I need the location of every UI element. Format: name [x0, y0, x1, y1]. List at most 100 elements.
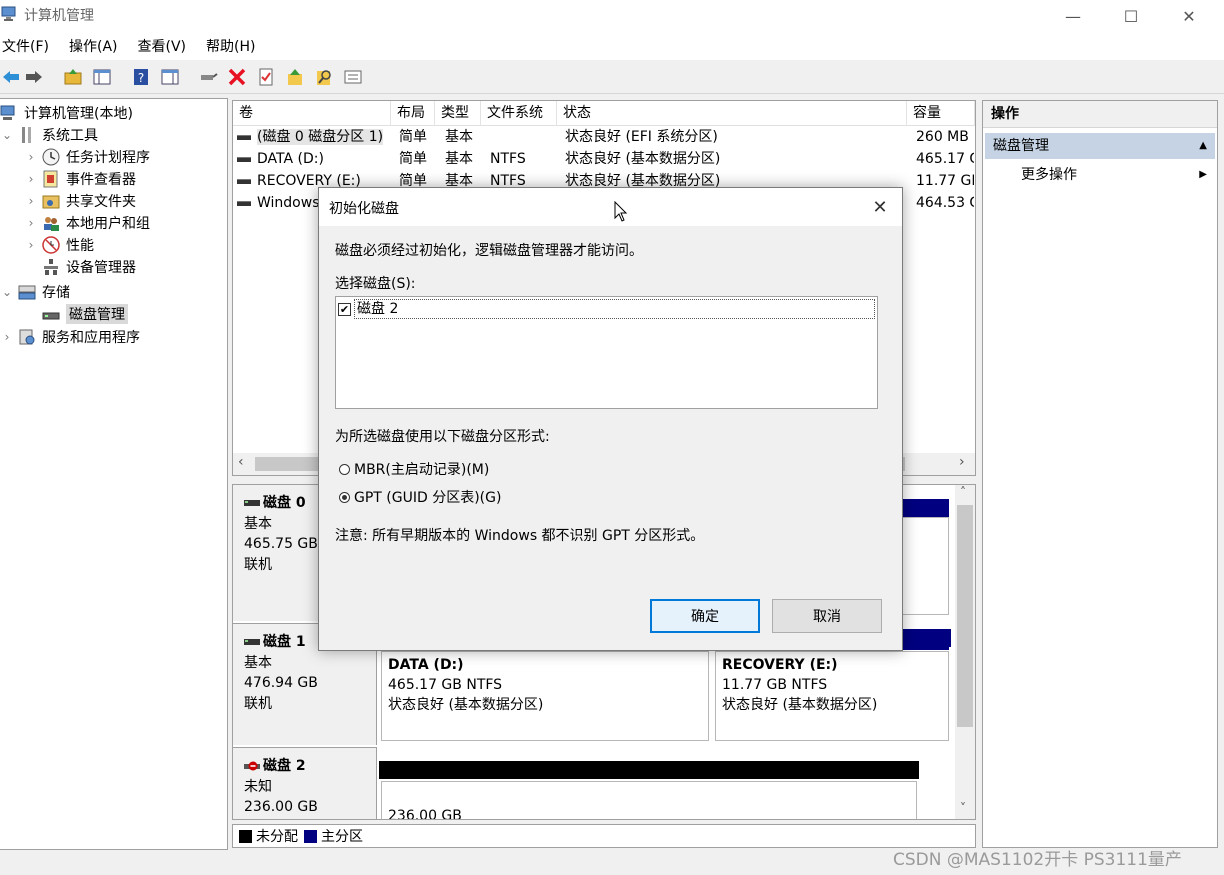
- partition-block[interactable]: [901, 517, 949, 615]
- table-row[interactable]: (磁盘 0 磁盘分区 1) 简单 基本 状态良好 (EFI 系统分区) 260 …: [233, 126, 975, 148]
- tree-label: 存储: [42, 285, 70, 301]
- close-button[interactable]: ✕: [1160, 0, 1218, 32]
- partition-title: DATA (D:): [388, 657, 464, 673]
- ok-button[interactable]: 确定: [650, 599, 760, 633]
- disk-icon: [244, 500, 260, 507]
- expand-icon[interactable]: ⌄: [0, 128, 14, 142]
- delete-icon[interactable]: [226, 66, 248, 88]
- up-folder-icon[interactable]: [62, 66, 84, 88]
- tree-item-shared-folders[interactable]: › 共享文件夹: [24, 190, 136, 212]
- expand-icon[interactable]: ›: [24, 238, 38, 252]
- mbr-radio-option[interactable]: MBR(主启动记录)(M): [339, 459, 489, 479]
- column-header-layout[interactable]: 布局: [391, 101, 435, 126]
- scrollbar-thumb[interactable]: [957, 505, 973, 727]
- expand-icon[interactable]: ›: [24, 172, 38, 186]
- disk-size: 236.00 GB: [244, 799, 318, 815]
- dialog-close-button[interactable]: ✕: [865, 194, 895, 220]
- disk-management-icon: [42, 305, 60, 323]
- scroll-down-icon[interactable]: ˅: [960, 801, 966, 815]
- folder-up-icon[interactable]: [284, 66, 306, 88]
- disk-list-item[interactable]: ✔ 磁盘 2: [338, 299, 875, 319]
- tree-item-services-apps[interactable]: › 服务和应用程序: [0, 326, 140, 348]
- properties-icon[interactable]: [159, 66, 181, 88]
- tree-item-disk-management[interactable]: 磁盘管理: [24, 303, 128, 325]
- menu-view[interactable]: 查看(V): [136, 36, 197, 56]
- scroll-up-icon[interactable]: ˄: [960, 485, 966, 499]
- menu-file[interactable]: 文件(F): [0, 36, 59, 56]
- partition-recovery-e[interactable]: RECOVERY (E:) 11.77 GB NTFS 状态良好 (基本数据分区…: [715, 651, 949, 741]
- partition-status: 状态良好 (基本数据分区): [722, 697, 878, 713]
- table-row[interactable]: DATA (D:) 简单 基本 NTFS 状态良好 (基本数据分区) 465.1…: [233, 148, 975, 170]
- help-icon[interactable]: ?: [130, 66, 152, 88]
- scroll-right-icon[interactable]: ›: [959, 454, 965, 470]
- scroll-left-icon[interactable]: ‹: [238, 454, 244, 470]
- expand-icon[interactable]: ›: [24, 194, 38, 208]
- tree-item-local-users[interactable]: › 本地用户和组: [24, 212, 150, 234]
- disk-select-list[interactable]: ✔ 磁盘 2: [335, 296, 878, 409]
- mbr-radio-label: MBR(主启动记录)(M): [354, 462, 490, 478]
- disk-name: 磁盘 0: [263, 495, 306, 511]
- column-header-status[interactable]: 状态: [557, 101, 907, 126]
- more-actions-label: 更多操作: [1021, 167, 1077, 183]
- column-header-type[interactable]: 类型: [435, 101, 481, 126]
- mbr-radio[interactable]: [339, 463, 350, 475]
- back-icon[interactable]: [0, 66, 22, 88]
- expand-icon[interactable]: ›: [24, 216, 38, 230]
- menu-help[interactable]: 帮助(H): [204, 36, 265, 56]
- show-tree-icon[interactable]: [91, 66, 113, 88]
- partition-style-label: 为所选磁盘使用以下磁盘分区形式:: [335, 429, 550, 445]
- disk-size: 476.94 GB: [244, 675, 318, 691]
- expand-icon[interactable]: ›: [0, 330, 14, 344]
- column-header-filesystem[interactable]: 文件系统: [481, 101, 557, 126]
- list-icon[interactable]: [342, 66, 364, 88]
- volume-list-header: 卷 布局 类型 文件系统 状态 容量: [233, 101, 975, 126]
- tree-item-system-tools[interactable]: ⌄ 系统工具: [0, 124, 98, 146]
- actions-section-label: 磁盘管理: [993, 138, 1049, 154]
- volume-name: Windows: [257, 195, 320, 211]
- tree-label: 设备管理器: [66, 260, 136, 276]
- partition-size: 11.77 GB NTFS: [722, 677, 828, 693]
- column-header-capacity[interactable]: 容量: [907, 101, 975, 126]
- expand-icon[interactable]: ›: [24, 150, 38, 164]
- primary-partition-bar: [901, 629, 951, 647]
- tree-item-event-viewer[interactable]: › 事件查看器: [24, 168, 136, 190]
- unallocated-space[interactable]: 236.00 GB: [381, 781, 917, 819]
- submenu-arrow-icon: ▶: [1199, 169, 1207, 180]
- forward-icon[interactable]: [23, 66, 45, 88]
- partition-data-d[interactable]: DATA (D:) 465.17 GB NTFS 状态良好 (基本数据分区): [381, 651, 709, 741]
- tree-item-performance[interactable]: › 性能: [24, 234, 94, 256]
- cancel-button[interactable]: 取消: [772, 599, 882, 633]
- volume-icon: [237, 134, 251, 140]
- tree-item-task-scheduler[interactable]: › 任务计划程序: [24, 146, 150, 168]
- collapse-icon[interactable]: ▲: [1199, 133, 1207, 159]
- primary-partition-swatch: [304, 829, 317, 843]
- more-actions-item[interactable]: 更多操作 ▶: [1021, 163, 1211, 187]
- gpt-radio-option[interactable]: GPT (GUID 分区表)(G): [339, 487, 501, 507]
- volume-layout: 简单: [399, 151, 427, 167]
- mouse-cursor-icon: [614, 200, 628, 223]
- tree-item-computer-management[interactable]: 计算机管理(本地): [0, 102, 133, 124]
- disk-2-info[interactable]: 磁盘 2 未知 236.00 GB: [233, 747, 377, 819]
- disk-name: 磁盘 1: [263, 634, 306, 650]
- tree-item-device-manager[interactable]: 设备管理器: [24, 256, 136, 278]
- tree-label: 计算机管理(本地): [24, 106, 133, 122]
- menu-action[interactable]: 操作(A): [67, 36, 128, 56]
- gpt-compatibility-note: 注意: 所有早期版本的 Windows 都不识别 GPT 分区形式。: [335, 528, 705, 544]
- disk-checkbox[interactable]: ✔: [338, 302, 351, 316]
- check-icon[interactable]: [255, 66, 277, 88]
- expand-icon[interactable]: ⌄: [0, 285, 14, 299]
- volume-type: 基本: [445, 151, 473, 167]
- tree-item-storage[interactable]: ⌄ 存储: [0, 281, 70, 303]
- tree-label: 性能: [66, 238, 94, 254]
- minimize-button[interactable]: —: [1044, 0, 1102, 32]
- search-icon[interactable]: [313, 66, 335, 88]
- column-header-volume[interactable]: 卷: [233, 101, 391, 126]
- connect-icon[interactable]: [197, 66, 219, 88]
- vertical-scrollbar[interactable]: ˄ ˅: [955, 485, 975, 819]
- disk-error-icon: [244, 761, 260, 771]
- actions-section-disk-management[interactable]: 磁盘管理 ▲: [985, 133, 1215, 159]
- console-tree[interactable]: 计算机管理(本地) ⌄ 系统工具 › 任务计划程序 › 事件查看器 › 共享文件…: [0, 98, 228, 850]
- tree-label: 磁盘管理: [66, 304, 128, 324]
- gpt-radio[interactable]: [339, 491, 350, 503]
- maximize-button[interactable]: ☐: [1102, 0, 1160, 32]
